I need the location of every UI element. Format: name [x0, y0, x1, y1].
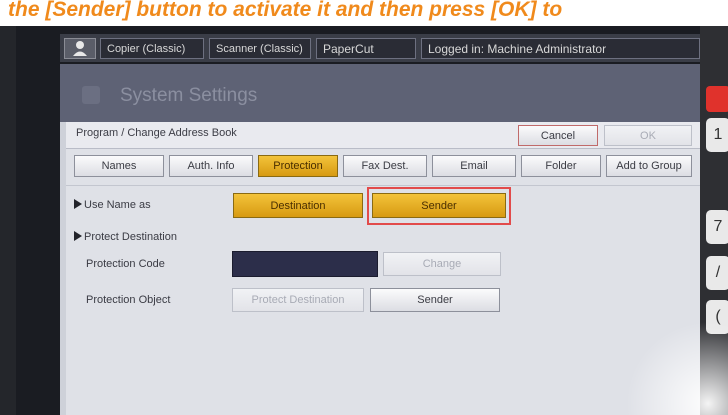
sender-object-button[interactable]: Sender	[370, 288, 500, 312]
login-status: Logged in: Machine Administrator	[421, 38, 700, 59]
instruction-banner: the [Sender] button to activate it and t…	[0, 0, 728, 26]
tab-folder[interactable]: Folder	[521, 155, 601, 177]
instruction-highlight-box	[367, 187, 511, 225]
tab-papercut[interactable]: PaperCut	[316, 38, 416, 59]
protect-destination-object-button[interactable]: Protect Destination	[232, 288, 364, 312]
tab-auth-info[interactable]: Auth. Info	[169, 155, 253, 177]
tab-names[interactable]: Names	[74, 155, 164, 177]
tab-email[interactable]: Email	[432, 155, 516, 177]
triangle-right-icon	[74, 199, 82, 209]
hardware-key-slash[interactable]: /	[706, 256, 728, 290]
stop-key[interactable]	[706, 86, 728, 112]
tab-copier-classic[interactable]: Copier (Classic)	[100, 38, 204, 59]
settings-icon	[82, 86, 100, 104]
use-name-as-row: Use Name as	[74, 199, 151, 211]
ok-button[interactable]: OK	[604, 125, 692, 146]
divider	[66, 185, 700, 186]
tab-protection[interactable]: Protection	[258, 155, 338, 177]
tab-add-to-group[interactable]: Add to Group	[606, 155, 692, 177]
device-bezel-left	[0, 26, 16, 415]
protection-object-label: Protection Object	[86, 294, 171, 306]
protection-code-field[interactable]	[232, 251, 378, 277]
form-title: Program / Change Address Book	[76, 127, 237, 139]
protect-destination-row: Protect Destination	[74, 231, 177, 243]
hardware-key-7[interactable]: 7	[706, 210, 728, 244]
triangle-right-icon	[74, 231, 82, 241]
hardware-key-1[interactable]: 1	[706, 118, 728, 152]
cancel-button[interactable]: Cancel	[518, 125, 598, 146]
tab-fax-dest[interactable]: Fax Dest.	[343, 155, 427, 177]
tab-scanner-classic[interactable]: Scanner (Classic)	[209, 38, 311, 59]
use-name-as-label: Use Name as	[84, 199, 151, 211]
protect-destination-label: Protect Destination	[84, 231, 177, 243]
screen-glare	[620, 300, 728, 415]
page-title: System Settings	[120, 85, 258, 106]
protection-code-label: Protection Code	[86, 258, 165, 270]
change-button[interactable]: Change	[383, 252, 501, 276]
destination-button[interactable]: Destination	[233, 193, 363, 218]
user-icon[interactable]	[64, 38, 96, 59]
